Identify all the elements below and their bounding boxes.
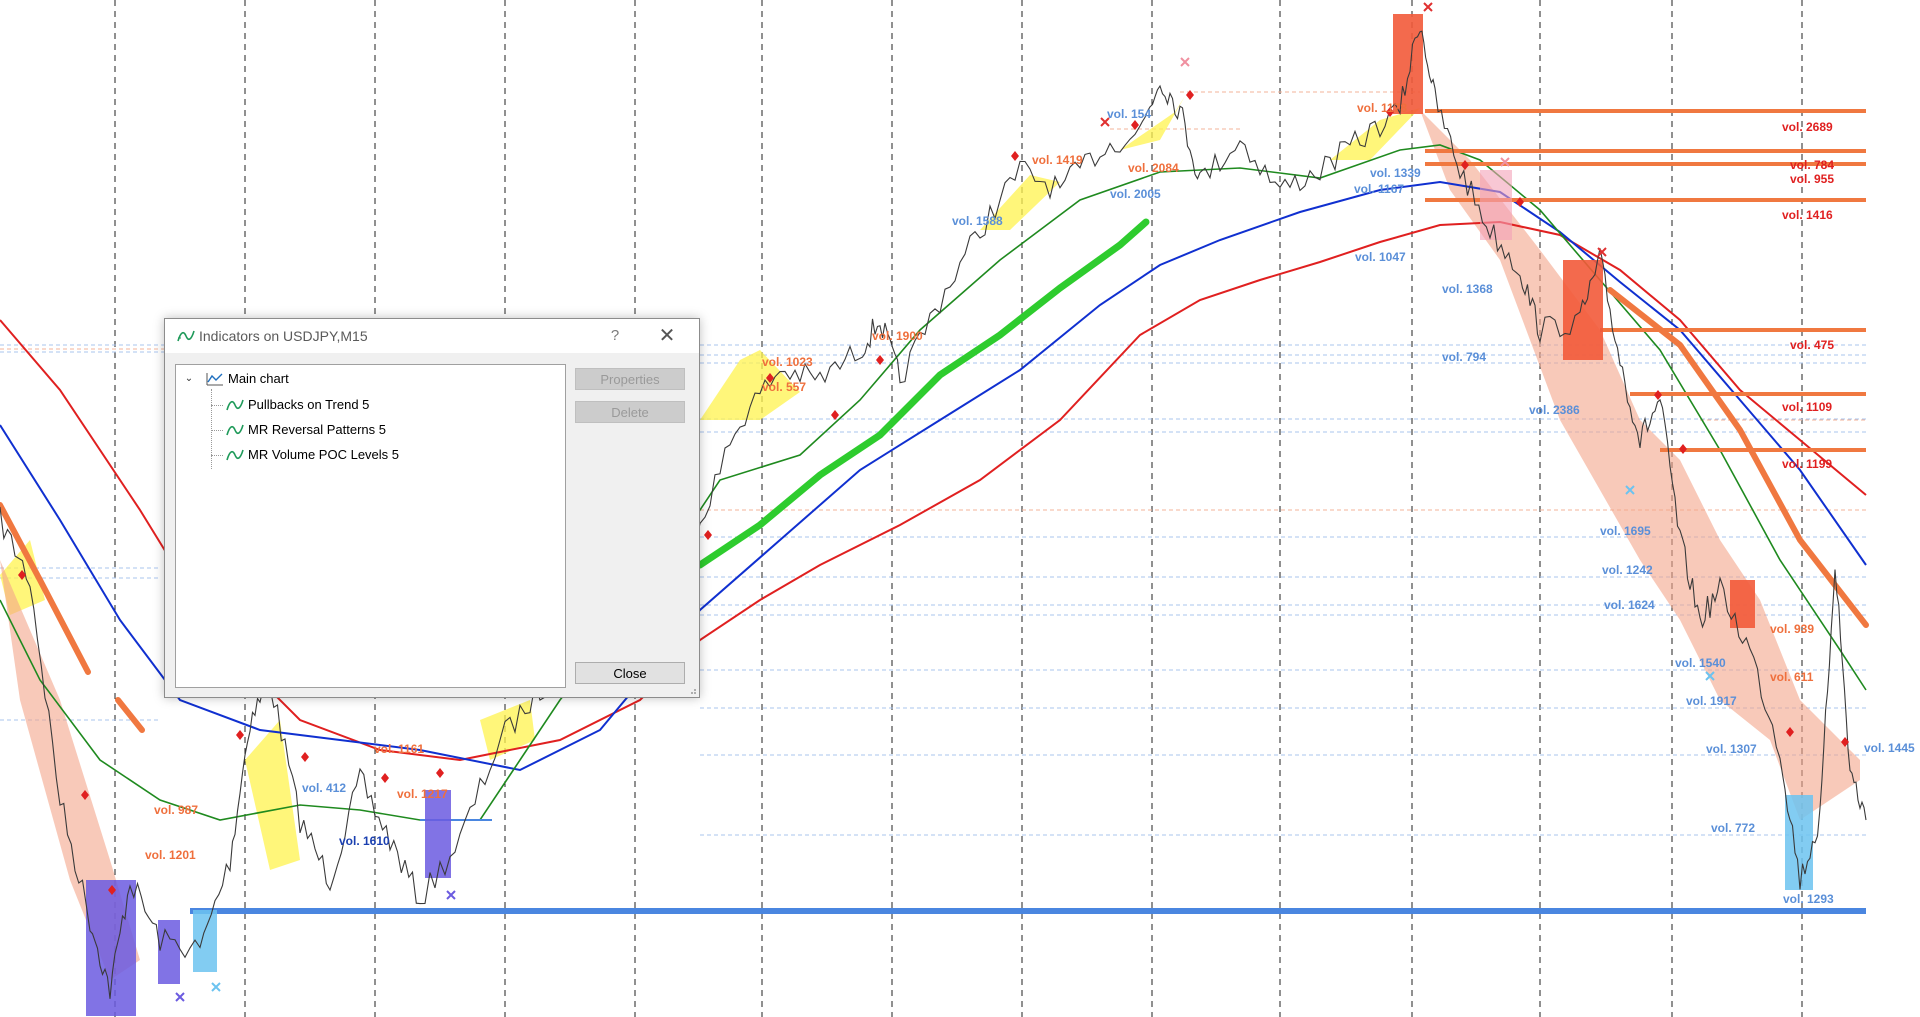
- volume-label: vol. 1416: [1782, 208, 1833, 222]
- volume-label: vol. 1900: [872, 329, 923, 343]
- pullback-ribbon: [1330, 108, 1420, 160]
- volume-label: vol. 1368: [1442, 282, 1493, 296]
- indicator-icon: [226, 449, 244, 461]
- indicators-tree[interactable]: ⌄ Main chart Pullbacks on Trend 5 MR Rev…: [175, 364, 566, 688]
- volume-label: vol. 939: [1770, 622, 1815, 636]
- resize-grip-icon[interactable]: [687, 685, 697, 695]
- help-button[interactable]: ?: [595, 323, 635, 349]
- volume-label: vol. 1047: [1355, 250, 1406, 264]
- volume-label: vol. 1023: [762, 355, 813, 369]
- tree-item-label: Main chart: [228, 371, 289, 386]
- volume-label: vol. 1293: [1783, 892, 1834, 906]
- volume-label: vol. 1540: [1675, 656, 1726, 670]
- volume-label: vol. 1161: [374, 742, 425, 756]
- cross-marker-icon: [211, 982, 221, 992]
- indicator-icon: [226, 399, 244, 411]
- volume-label: vol. 1178: [1357, 101, 1408, 115]
- volume-label: vol. 1307: [1706, 742, 1757, 756]
- tree-item-pullbacks[interactable]: Pullbacks on Trend 5: [226, 395, 526, 415]
- volume-label: vol. 475: [1790, 338, 1835, 352]
- tree-item-reversal-patterns[interactable]: MR Reversal Patterns 5: [226, 420, 526, 440]
- volume-label: vol. 2005: [1110, 187, 1161, 201]
- reversal-marker-icon: [831, 410, 839, 420]
- volume-label: vol. 2386: [1529, 403, 1580, 417]
- volume-label: vol. 784: [1790, 158, 1835, 172]
- trend-segment: [115, 697, 145, 733]
- close-button[interactable]: Close: [575, 662, 685, 684]
- volume-label: vol. 1610: [339, 834, 390, 848]
- chevron-down-icon[interactable]: ⌄: [182, 369, 196, 389]
- volume-label: vol. 955: [1790, 172, 1835, 186]
- dialog-title: Indicators on USDJPY,M15: [199, 328, 368, 344]
- reversal-marker-icon: [301, 752, 309, 762]
- pullback-ribbon: [245, 720, 300, 870]
- bearish-reversal-block: [1393, 14, 1423, 114]
- volume-label: vol. 1201: [145, 848, 196, 862]
- volume-label: vol. 1109: [1782, 400, 1833, 414]
- cross-marker-icon: [175, 992, 185, 1002]
- tree-connector: [211, 389, 212, 469]
- main-chart-icon: [206, 373, 223, 386]
- reversal-marker-icon: [704, 530, 712, 540]
- bullish-reversal-block: [158, 920, 180, 984]
- properties-button[interactable]: Properties: [575, 368, 685, 390]
- volume-label: vol. 154: [1107, 107, 1152, 121]
- support-block: [193, 910, 217, 972]
- volume-label: vol. 1199: [1782, 457, 1833, 471]
- tree-connector: [211, 455, 223, 456]
- volume-label: vol. 1445: [1864, 741, 1915, 755]
- volume-label: vol. 2689: [1782, 120, 1833, 134]
- tree-item-label: MR Volume POC Levels 5: [248, 447, 400, 462]
- cross-marker-icon: [1180, 57, 1190, 67]
- reversal-marker-icon: [1654, 390, 1662, 400]
- volume-label: vol. 987: [154, 803, 199, 817]
- volume-label: vol. 1588: [952, 214, 1003, 228]
- tree-item-volume-poc[interactable]: MR Volume POC Levels 5: [226, 445, 526, 465]
- tree-connector: [211, 405, 223, 406]
- reversal-marker-icon: [436, 768, 444, 778]
- bullish-reversal-block: [86, 880, 136, 1016]
- volume-label: vol. 1339: [1370, 166, 1421, 180]
- reversal-marker-icon: [381, 773, 389, 783]
- volume-label: vol. 794: [1442, 350, 1487, 364]
- cross-marker-icon: [1423, 2, 1433, 12]
- tree-item-label: Pullbacks on Trend 5: [248, 397, 370, 412]
- volume-label: vol. 1695: [1600, 524, 1651, 538]
- cross-marker-icon: [446, 890, 456, 900]
- volume-label: vol. 1419: [1032, 153, 1083, 167]
- volume-label: vol. 1242: [1602, 563, 1653, 577]
- reversal-marker-icon: [1679, 444, 1687, 454]
- bearish-reversal-block: [1730, 580, 1755, 628]
- volume-label: vol. 412: [302, 781, 347, 795]
- volume-label: vol. 772: [1711, 821, 1756, 835]
- reversal-zone: [1480, 170, 1512, 240]
- volume-label: vol. 557: [762, 380, 807, 394]
- close-icon[interactable]: ✕: [645, 323, 689, 349]
- volume-label: vol. 1917: [1686, 694, 1737, 708]
- dialog-titlebar[interactable]: Indicators on USDJPY,M15 ? ✕: [165, 319, 699, 353]
- reversal-marker-icon: [1011, 151, 1019, 161]
- volume-label: vol. 1624: [1604, 598, 1655, 612]
- tree-connector: [211, 430, 223, 431]
- tree-item-label: MR Reversal Patterns 5: [248, 422, 386, 437]
- volume-label: vol. 2084: [1128, 161, 1179, 175]
- tree-item-main-chart[interactable]: ⌄ Main chart: [182, 369, 482, 389]
- indicator-icon: [226, 424, 244, 436]
- volume-label: vol. 1167: [1354, 182, 1405, 196]
- indicator-icon: [177, 330, 195, 342]
- volume-label: vol. 611: [1770, 670, 1814, 684]
- volume-label: vol. 1217: [397, 787, 448, 801]
- reversal-marker-icon: [236, 730, 244, 740]
- indicators-dialog[interactable]: Indicators on USDJPY,M15 ? ✕ ⌄ Main char…: [164, 318, 700, 698]
- bearish-reversal-block: [1563, 260, 1603, 360]
- delete-button[interactable]: Delete: [575, 401, 685, 423]
- bullish-reversal-block: [425, 790, 451, 878]
